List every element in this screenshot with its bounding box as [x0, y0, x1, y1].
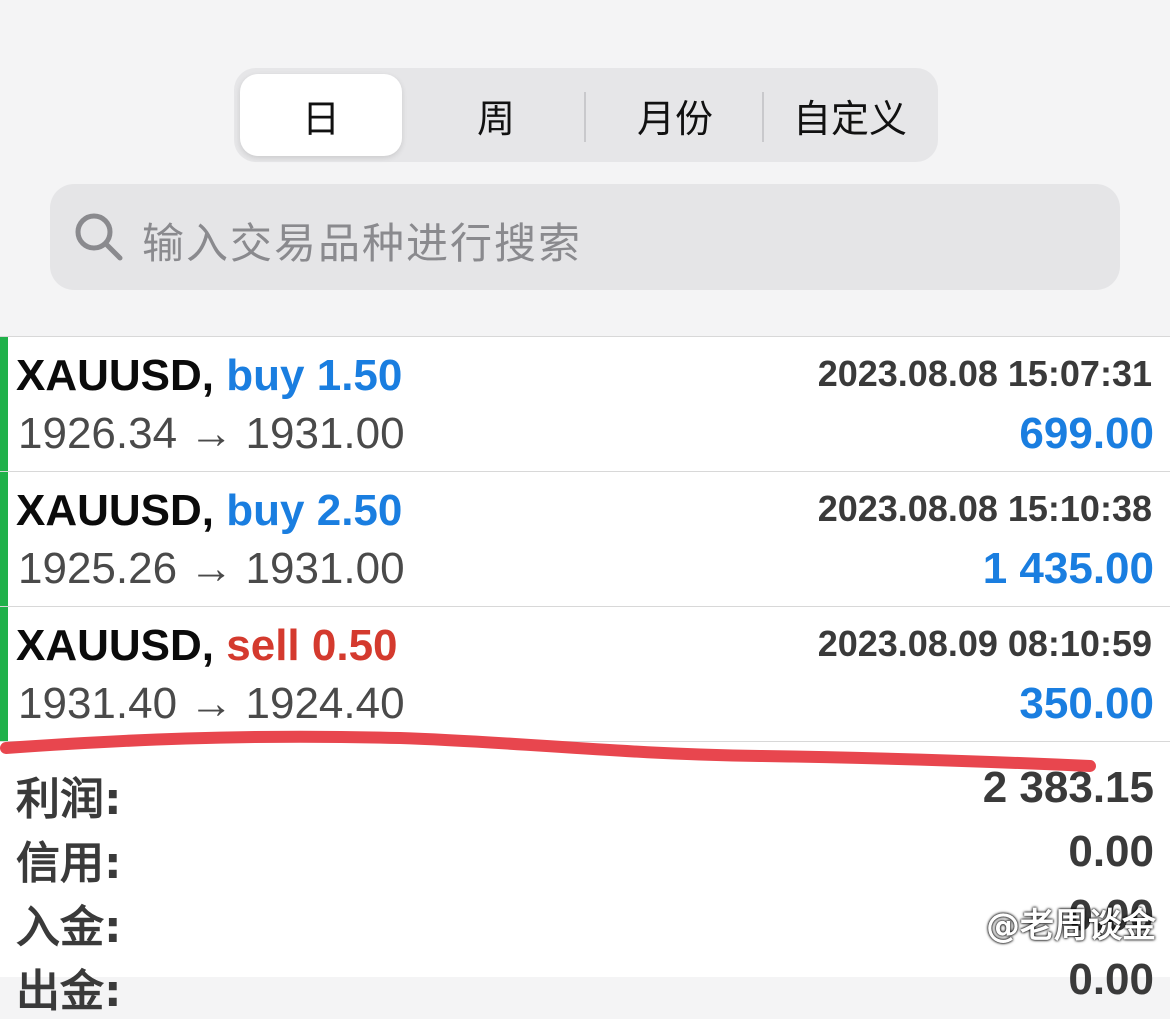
position-indicator [0, 472, 8, 606]
tab-month[interactable]: 月份 [590, 74, 760, 156]
summary-label: 入金: [16, 902, 122, 953]
tab-week[interactable]: 周 [412, 74, 580, 156]
volume: 1.50 [316, 351, 403, 400]
trade-symbol-line: XAUUSD, buy 1.50 [16, 351, 402, 401]
trade-prices: 1926.34 → 1931.00 [18, 409, 405, 458]
trade-time: 2023.08.09 08:10:59 [817, 623, 1152, 664]
summary-label: 利润: [16, 774, 122, 825]
trade-profit: 1 435.00 [982, 544, 1154, 593]
symbol: XAUUSD, [16, 621, 215, 670]
period-segmented-control: 日 周 月份 自定义 [234, 68, 938, 162]
volume: 2.50 [316, 486, 403, 535]
direction: buy [226, 486, 305, 535]
summary-label: 信用: [16, 838, 122, 889]
trade-list: XAUUSD, buy 1.50 2023.08.08 15:07:31 192… [0, 336, 1170, 1017]
tab-day[interactable]: 日 [240, 74, 402, 156]
trade-profit: 350.00 [1019, 679, 1154, 728]
trade-row[interactable]: XAUUSD, sell 0.50 2023.08.09 08:10:59 19… [0, 607, 1170, 742]
trade-prices: 1931.40 → 1924.40 [18, 679, 405, 728]
summary-value: 2 383.15 [982, 763, 1154, 812]
summary-value: 0.00 [1068, 827, 1154, 876]
summary-label: 出金: [16, 966, 122, 1017]
trade-prices: 1925.26 → 1931.00 [18, 544, 405, 593]
header-area: 日 周 月份 自定义 输入交易品种进行搜索 [0, 0, 1170, 336]
symbol: XAUUSD, [16, 486, 215, 535]
symbol: XAUUSD, [16, 351, 215, 400]
trade-symbol-line: XAUUSD, sell 0.50 [16, 621, 398, 671]
trade-symbol-line: XAUUSD, buy 2.50 [16, 486, 402, 536]
segment-divider [584, 92, 586, 142]
trade-time: 2023.08.08 15:10:38 [817, 488, 1152, 529]
search-input[interactable]: 输入交易品种进行搜索 [50, 184, 1120, 290]
direction: buy [226, 351, 305, 400]
direction: sell [226, 621, 300, 670]
summary-value: 0.00 [1068, 955, 1154, 1004]
trade-row[interactable]: XAUUSD, buy 2.50 2023.08.08 15:10:38 192… [0, 472, 1170, 607]
search-placeholder: 输入交易品种进行搜索 [142, 219, 583, 268]
position-indicator [0, 337, 8, 471]
position-indicator [0, 607, 8, 741]
trade-time: 2023.08.08 15:07:31 [817, 353, 1152, 394]
watermark: @老周谈金 [986, 906, 1156, 946]
segment-divider [762, 92, 764, 142]
summary-profit: 利润: 2 383.15 [0, 757, 1170, 825]
tab-custom[interactable]: 自定义 [766, 74, 934, 156]
volume: 0.50 [311, 621, 398, 670]
summary-withdrawal: 出金: 0.00 [0, 949, 1170, 1017]
trade-row[interactable]: XAUUSD, buy 1.50 2023.08.08 15:07:31 192… [0, 337, 1170, 472]
search-icon [75, 213, 123, 261]
summary-credit: 信用: 0.00 [0, 821, 1170, 889]
trade-profit: 699.00 [1019, 409, 1154, 458]
